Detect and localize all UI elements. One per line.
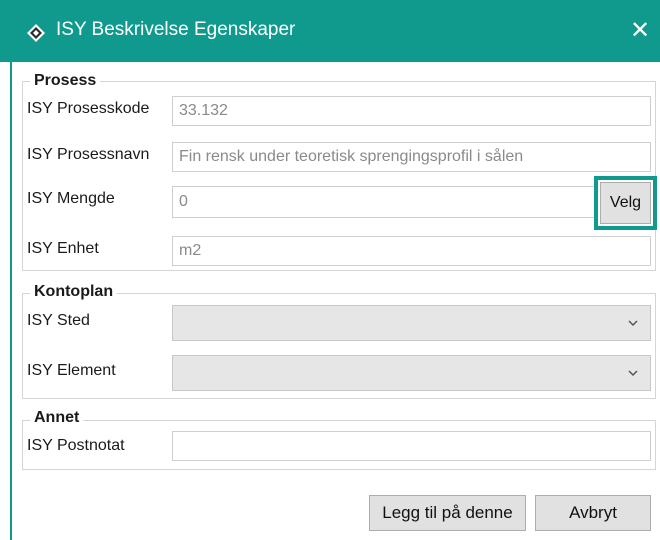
prosesskode-value: 33.132 xyxy=(179,102,228,119)
enhet-value: m2 xyxy=(179,242,202,259)
element-dropdown[interactable] xyxy=(172,355,651,391)
sted-label: ISY Sted xyxy=(27,312,90,329)
sted-dropdown[interactable] xyxy=(172,305,651,341)
prosesskode-field[interactable]: 33.132 xyxy=(172,96,651,126)
postnotat-label: ISY Postnotat xyxy=(27,437,125,454)
enhet-field[interactable]: m2 xyxy=(172,236,651,266)
mengde-value: 0 xyxy=(179,193,188,210)
mengde-field[interactable]: 0 xyxy=(172,186,597,218)
enhet-label: ISY Enhet xyxy=(27,240,99,257)
element-label: ISY Element xyxy=(27,362,116,379)
window-title: ISY Beskrivelse Egenskaper xyxy=(56,19,296,40)
prosessnavn-field[interactable]: Fin rensk under teoretisk sprengingsprof… xyxy=(172,142,651,172)
kontoplan-legend: Kontoplan xyxy=(30,283,118,301)
prosesskode-label: ISY Prosesskode xyxy=(27,100,150,117)
close-icon[interactable]: ✕ xyxy=(620,14,660,48)
title-bar: ISY Beskrivelse Egenskaper ✕ xyxy=(0,0,660,62)
add-to-this-button[interactable]: Legg til på denne xyxy=(369,495,526,531)
velg-button[interactable]: Velg xyxy=(600,182,651,224)
annet-legend: Annet xyxy=(30,409,84,427)
cancel-button[interactable]: Avbryt xyxy=(535,495,651,531)
postnotat-input[interactable] xyxy=(172,431,651,461)
diamond-app-icon xyxy=(27,24,45,42)
mengde-label: ISY Mengde xyxy=(27,190,115,207)
chevron-down-icon xyxy=(628,370,638,377)
prosess-legend: Prosess xyxy=(30,72,101,90)
chevron-down-icon xyxy=(628,320,638,327)
prosessnavn-label: ISY Prosessnavn xyxy=(27,146,150,163)
prosessnavn-value: Fin rensk under teoretisk sprengingsprof… xyxy=(179,148,524,165)
